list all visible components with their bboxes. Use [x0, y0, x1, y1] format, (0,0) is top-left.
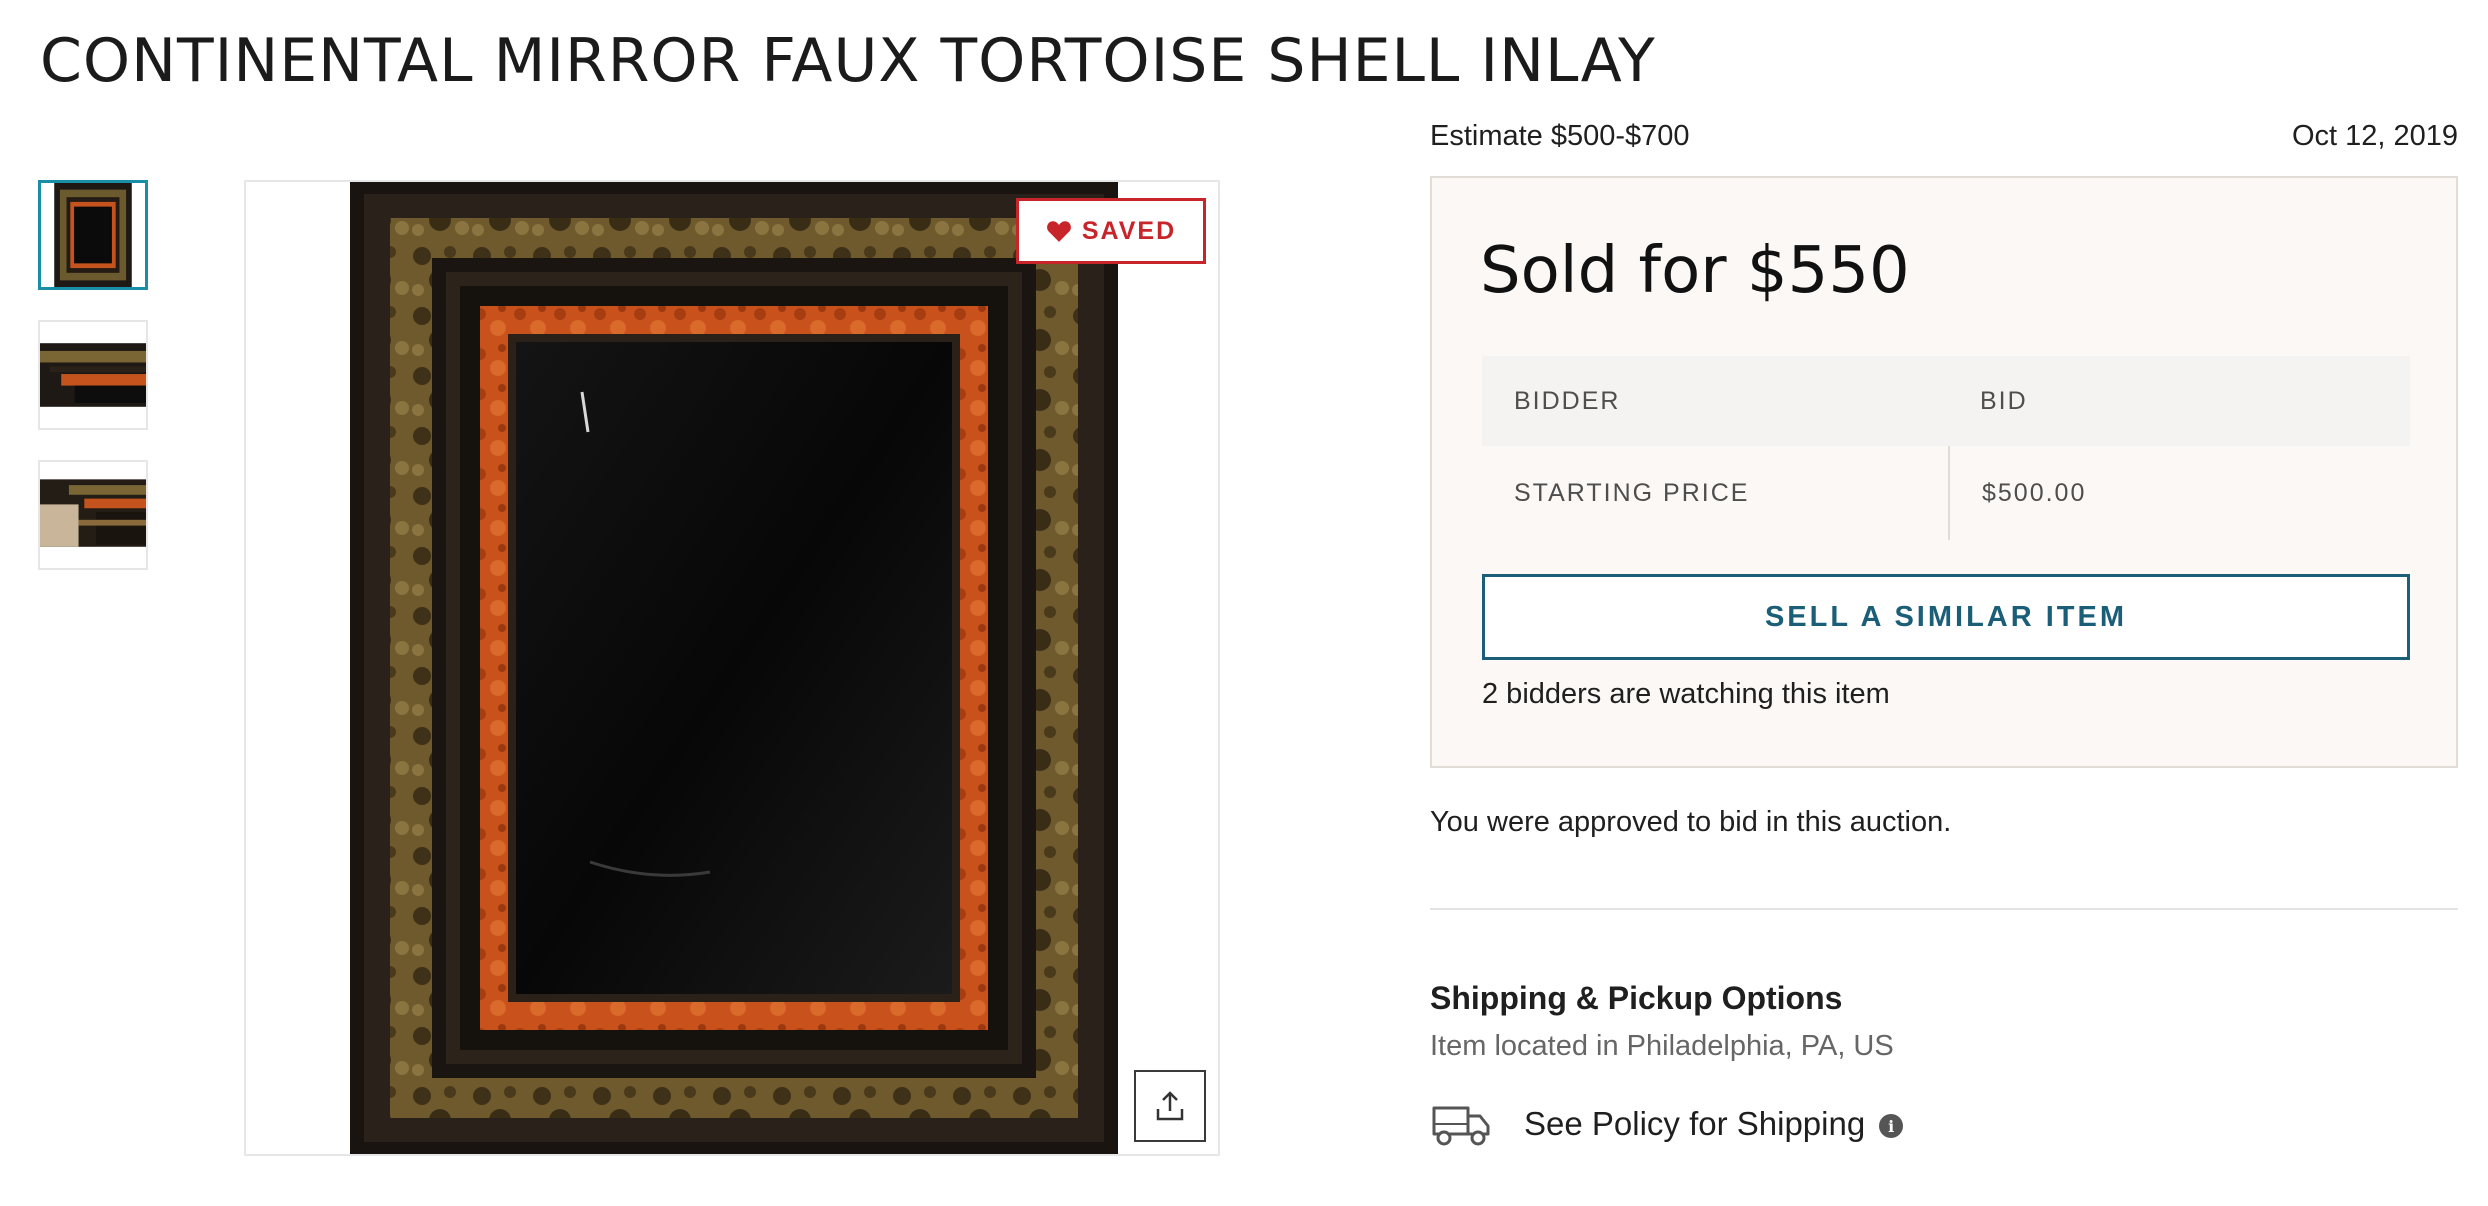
item-title: CONTINENTAL MIRROR FAUX TORTOISE SHELL I…: [40, 26, 1656, 96]
shipping-policy-row: See Policy for Shipping i: [1430, 1100, 1904, 1148]
truck-icon: [1432, 1106, 1490, 1146]
saved-label: SAVED: [1081, 216, 1177, 245]
watching-text: 2 bidders are watching this item: [1482, 678, 1890, 710]
bid-cell: $500.00: [1948, 446, 2410, 540]
main-image-viewer[interactable]: SAVED: [244, 180, 1220, 1156]
column-header-bidder: BIDDER: [1514, 386, 1621, 415]
shipping-location: Item located in Philadelphia, PA, US: [1430, 1030, 1894, 1062]
sold-price: Sold for $550: [1480, 234, 1910, 308]
approval-text: You were approved to bid in this auction…: [1430, 806, 1952, 838]
info-icon[interactable]: i: [1879, 1114, 1904, 1138]
saved-button[interactable]: SAVED: [1016, 198, 1206, 264]
mirror-photo: [350, 182, 1118, 1154]
bid-table: BIDDER BID STARTING PRICE $500.00: [1482, 356, 2410, 540]
bidder-cell: STARTING PRICE: [1514, 478, 1750, 507]
thumbnail-3-image: [40, 462, 146, 568]
thumbnail-3[interactable]: [38, 460, 148, 570]
shipping-heading: Shipping & Pickup Options: [1430, 980, 1843, 1016]
share-icon: [1156, 1091, 1184, 1121]
share-button[interactable]: [1134, 1070, 1206, 1142]
thumbnail-2[interactable]: [38, 320, 148, 430]
thumbnail-2-image: [40, 322, 146, 428]
sell-similar-item-button[interactable]: SELL A SIMILAR ITEM: [1482, 574, 2410, 660]
heart-icon: [1046, 221, 1071, 242]
sold-panel: Sold for $550 BIDDER BID STARTING PRICE …: [1430, 176, 2458, 768]
table-row: STARTING PRICE $500.00: [1482, 446, 2410, 540]
thumbnail-1[interactable]: [38, 180, 148, 290]
shipping-policy-link[interactable]: See Policy for Shipping: [1524, 1105, 1865, 1143]
column-header-bid: BID: [1980, 386, 2028, 415]
divider: [1430, 908, 2458, 910]
bid-table-header: BIDDER BID: [1482, 356, 2410, 446]
estimate-text: Estimate $500-$700: [1430, 120, 1690, 152]
thumbnail-1-image: [41, 183, 145, 287]
sale-date: Oct 12, 2019: [2291, 120, 2458, 152]
thumbnail-list: [38, 180, 152, 600]
